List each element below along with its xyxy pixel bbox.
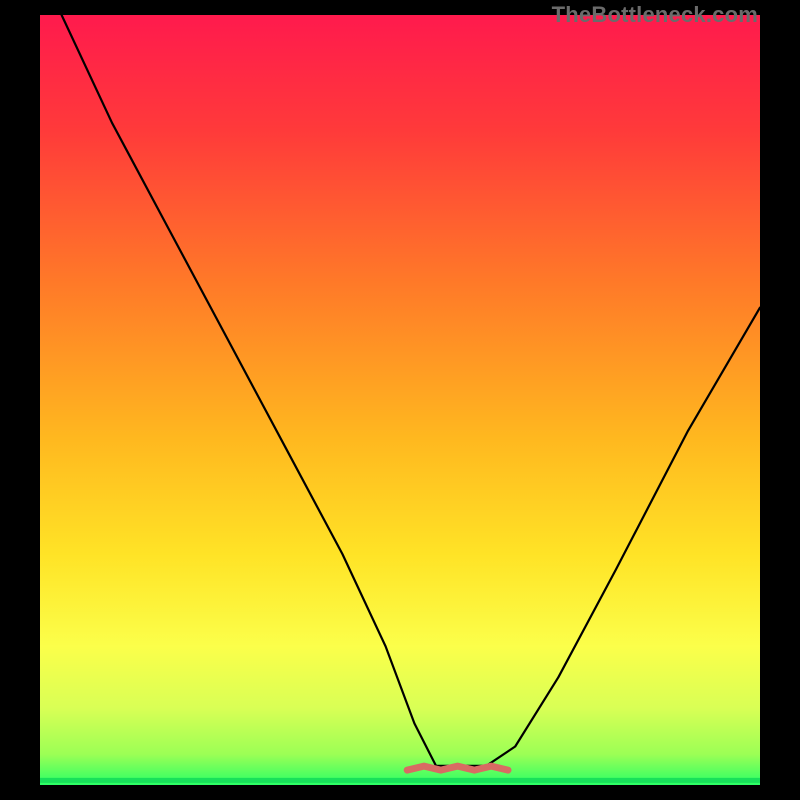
chart-plot [40, 15, 760, 785]
chart-svg [40, 15, 760, 785]
chart-background [40, 15, 760, 785]
watermark-text: TheBottleneck.com [552, 2, 758, 28]
chart-frame: TheBottleneck.com [0, 0, 800, 800]
optimal-band [407, 766, 508, 770]
